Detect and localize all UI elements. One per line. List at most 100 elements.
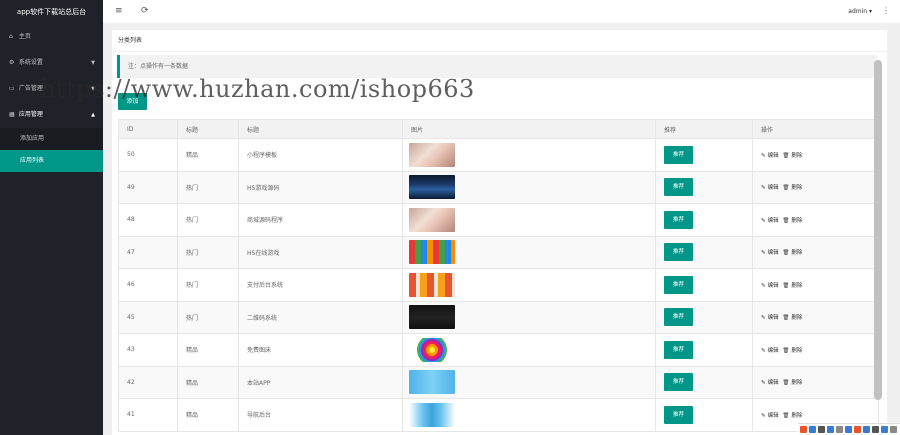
delete-action[interactable]: 🗑 删除 bbox=[782, 250, 802, 256]
tray-icon[interactable] bbox=[872, 426, 879, 433]
table-row: 41 精品 导航后台 推荐 ✎ 编辑 🗑 删除 bbox=[118, 398, 879, 432]
more-icon[interactable]: ⋮ bbox=[882, 6, 890, 15]
tray-icon[interactable] bbox=[836, 426, 843, 433]
edit-label: 编辑 bbox=[767, 412, 779, 419]
delete-label: 删除 bbox=[791, 282, 803, 289]
tray-icon[interactable] bbox=[863, 426, 870, 433]
pencil-icon: ✎ bbox=[761, 217, 766, 224]
edit-action[interactable]: ✎ 编辑 bbox=[761, 218, 779, 224]
recommend-button[interactable]: 推荐 bbox=[664, 405, 693, 424]
column-header-image: 图片 bbox=[402, 119, 656, 139]
thumbnail-image bbox=[409, 207, 455, 232]
cell-title: 商城源码程序 bbox=[238, 203, 403, 237]
top-bar: ≡ ⟳ admin ▾ ⋮ bbox=[103, 0, 900, 24]
recommend-button[interactable]: 推荐 bbox=[664, 373, 693, 392]
cell-actions: ✎ 编辑 🗑 删除 bbox=[752, 301, 879, 334]
cell-title: 二维码系统 bbox=[238, 301, 403, 334]
note-banner: 注：点操作有一条数据 bbox=[117, 55, 877, 78]
delete-action[interactable]: 🗑 删除 bbox=[782, 218, 802, 224]
cell-id: 50 bbox=[118, 138, 178, 172]
user-menu[interactable]: admin ▾ bbox=[848, 8, 872, 15]
recommend-button[interactable]: 推荐 bbox=[664, 178, 693, 197]
cell-id: 45 bbox=[118, 301, 178, 334]
cell-image bbox=[402, 138, 656, 172]
thumbnail-image bbox=[409, 305, 455, 330]
edit-action[interactable]: ✎ 编辑 bbox=[761, 250, 779, 256]
trash-icon: 🗑 bbox=[782, 412, 790, 419]
delete-label: 删除 bbox=[791, 347, 803, 354]
cell-recommend: 推荐 bbox=[655, 138, 753, 172]
sidebar-item-label: 应用管理 bbox=[18, 111, 43, 118]
scrollbar[interactable] bbox=[874, 60, 882, 400]
edit-action[interactable]: ✎ 编辑 bbox=[761, 348, 779, 354]
cell-recommend: 推荐 bbox=[655, 398, 753, 432]
cell-recommend: 推荐 bbox=[655, 301, 753, 334]
cell-category: 精品 bbox=[177, 398, 239, 432]
column-header-title: 标题 bbox=[238, 119, 403, 139]
cell-id: 46 bbox=[118, 268, 178, 302]
cell-recommend: 推荐 bbox=[655, 366, 753, 399]
cell-image bbox=[402, 366, 656, 399]
trash-icon: 🗑 bbox=[782, 185, 790, 192]
delete-action[interactable]: 🗑 删除 bbox=[782, 315, 802, 321]
delete-label: 删除 bbox=[791, 185, 803, 192]
delete-action[interactable]: 🗑 删除 bbox=[782, 380, 802, 386]
edit-action[interactable]: ✎ 编辑 bbox=[761, 413, 779, 419]
cell-image bbox=[402, 171, 656, 204]
home-icon: ⌂ bbox=[9, 33, 13, 40]
tray-icon[interactable] bbox=[818, 426, 825, 433]
tray-icon[interactable] bbox=[881, 426, 888, 433]
tray-icon[interactable] bbox=[845, 426, 852, 433]
delete-action[interactable]: 🗑 删除 bbox=[782, 185, 802, 191]
app-icon: ▦ bbox=[9, 111, 15, 118]
thumbnail-image bbox=[409, 272, 455, 297]
cell-category: 热门 bbox=[177, 171, 239, 204]
edit-action[interactable]: ✎ 编辑 bbox=[761, 153, 779, 159]
edit-action[interactable]: ✎ 编辑 bbox=[761, 315, 779, 321]
cell-image bbox=[402, 236, 656, 269]
menu-toggle-icon[interactable]: ≡ bbox=[115, 6, 123, 16]
recommend-button[interactable]: 推荐 bbox=[664, 308, 693, 327]
trash-icon: 🗑 bbox=[782, 217, 790, 224]
edit-action[interactable]: ✎ 编辑 bbox=[761, 283, 779, 289]
sidebar-subitem-add-app[interactable]: 添加应用 bbox=[0, 128, 103, 150]
cell-title: 小程序模板 bbox=[238, 138, 403, 172]
recommend-button[interactable]: 推荐 bbox=[664, 145, 693, 164]
sidebar-subitem-app-list[interactable]: 应用列表 bbox=[0, 150, 103, 172]
cell-id: 42 bbox=[118, 366, 178, 399]
add-button[interactable]: 添加 bbox=[118, 93, 147, 110]
sidebar-item-label: 主页 bbox=[18, 33, 31, 40]
sidebar-item-label: 广告管理 bbox=[18, 85, 43, 92]
sidebar-item-label: 系统设置 bbox=[18, 59, 43, 66]
cell-title: 免费图床 bbox=[238, 333, 403, 367]
cell-id: 41 bbox=[118, 398, 178, 432]
recommend-button[interactable]: 推荐 bbox=[664, 243, 693, 262]
thumbnail-image bbox=[409, 175, 455, 200]
edit-label: 编辑 bbox=[767, 217, 779, 224]
pencil-icon: ✎ bbox=[761, 347, 766, 354]
delete-action[interactable]: 🗑 删除 bbox=[782, 153, 802, 159]
tray-icon[interactable] bbox=[827, 426, 834, 433]
tray-icon[interactable] bbox=[809, 426, 816, 433]
tray-icon[interactable] bbox=[854, 426, 861, 433]
delete-action[interactable]: 🗑 删除 bbox=[782, 348, 802, 354]
sidebar-item-system-settings[interactable]: ⚙ 系统设置 ▼ bbox=[0, 50, 103, 76]
ime-icon[interactable] bbox=[800, 426, 807, 433]
delete-action[interactable]: 🗑 删除 bbox=[782, 283, 802, 289]
main-card: 分类列表 注：点操作有一条数据 添加 ID 标题 标题 图片 推荐 操作 50 … bbox=[112, 30, 887, 435]
delete-action[interactable]: 🗑 删除 bbox=[782, 413, 802, 419]
sidebar-item-ad-management[interactable]: ▭ 广告管理 ▼ bbox=[0, 76, 103, 102]
trash-icon: 🗑 bbox=[782, 380, 790, 387]
edit-action[interactable]: ✎ 编辑 bbox=[761, 185, 779, 191]
edit-action[interactable]: ✎ 编辑 bbox=[761, 380, 779, 386]
recommend-button[interactable]: 推荐 bbox=[664, 275, 693, 294]
recommend-button[interactable]: 推荐 bbox=[664, 340, 693, 359]
tray-icon[interactable] bbox=[890, 426, 897, 433]
recommend-button[interactable]: 推荐 bbox=[664, 210, 693, 229]
sidebar-item-app-management[interactable]: ▦ 应用管理 ▲ bbox=[0, 102, 103, 128]
cell-recommend: 推荐 bbox=[655, 236, 753, 269]
refresh-icon[interactable]: ⟳ bbox=[141, 6, 149, 16]
system-tray bbox=[798, 423, 900, 435]
sidebar-item-home[interactable]: ⌂ 主页 bbox=[0, 24, 103, 50]
cell-actions: ✎ 编辑 🗑 删除 bbox=[752, 203, 879, 237]
